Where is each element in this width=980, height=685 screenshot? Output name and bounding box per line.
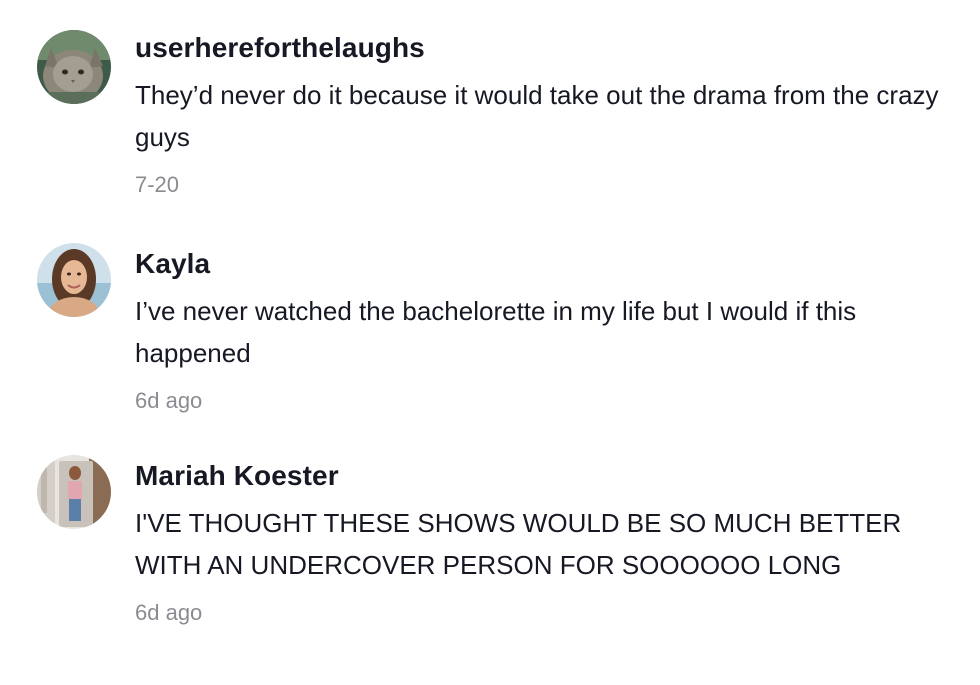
comment-body: userhereforthelaughs They’d never do it … [135,32,955,198]
comment-username[interactable]: userhereforthelaughs [135,32,955,64]
woman-avatar-icon [37,243,111,317]
comment-timestamp: 7-20 [135,172,180,197]
comment-username[interactable]: Mariah Koester [135,460,955,492]
comment-body: Kayla I’ve never watched the bachelorett… [135,248,955,414]
comment-timestamp: 6d ago [135,388,203,413]
cat-avatar-icon [37,30,111,104]
comment-text: I’ve never watched the bachelorette in m… [135,296,857,368]
comment-body: Mariah Koester I'VE THOUGHT THESE SHOWS … [135,460,955,626]
user-avatar[interactable] [37,243,111,317]
comment-timestamp: 6d ago [135,600,203,625]
user-avatar[interactable] [37,30,111,104]
comment-text: They’d never do it because it would take… [135,80,939,152]
comment-username[interactable]: Kayla [135,248,955,280]
user-avatar[interactable] [37,455,111,529]
mirror-selfie-avatar-icon [37,455,111,529]
comment-text: I'VE THOUGHT THESE SHOWS WOULD BE SO MUC… [135,508,902,580]
